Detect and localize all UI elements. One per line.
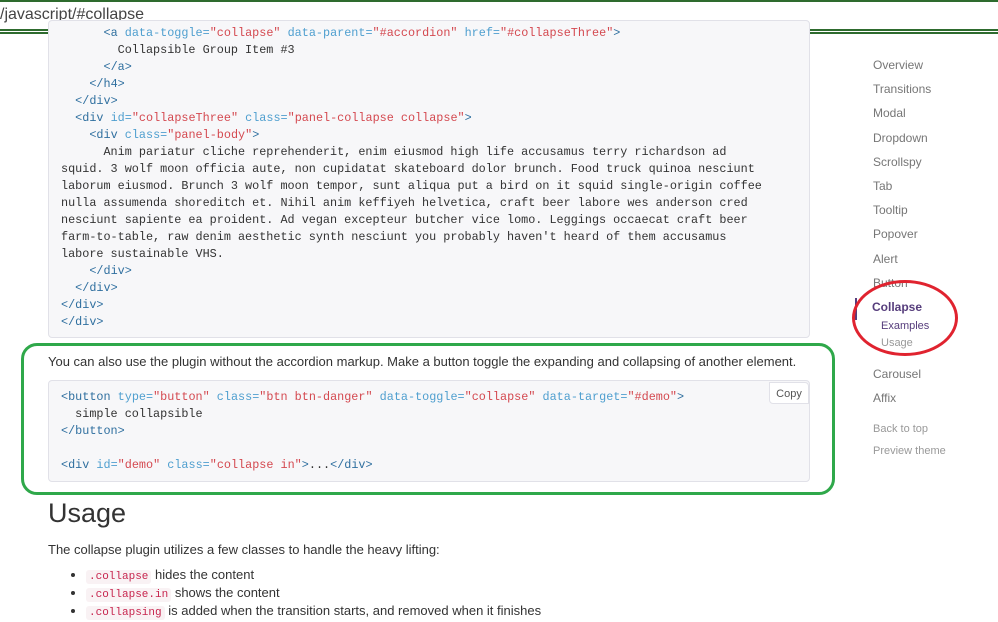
code-line: nulla assumenda shoreditch et. Nihil ani… — [61, 196, 748, 210]
code-line: </div> — [75, 94, 118, 108]
list-item: .collapsing is added when the transition… — [86, 602, 541, 620]
red-highlight-annotation — [852, 280, 958, 356]
inline-code: .collapse.in — [86, 588, 172, 602]
usage-heading: Usage — [48, 498, 127, 528]
sidebar-item-carousel[interactable]: Carousel — [873, 367, 921, 381]
code-line: </div> — [61, 315, 104, 329]
sidebar-item-affix[interactable]: Affix — [873, 391, 896, 405]
list-item-text: is added when the transition starts, and… — [164, 603, 542, 618]
sidebar-item-modal[interactable]: Modal — [873, 106, 906, 120]
sidebar-item-tooltip[interactable]: Tooltip — [873, 203, 908, 217]
code-line: Anim pariatur cliche reprehenderit, enim… — [61, 145, 727, 159]
usage-list: .collapse hides the content .collapse.in… — [48, 566, 541, 620]
code-line: labore sustainable VHS. — [61, 247, 224, 261]
sidebar-item-dropdown[interactable]: Dropdown — [873, 131, 928, 145]
code-line: squid. 3 wolf moon officia aute, non cup… — [61, 162, 755, 176]
code-line: </a> — [103, 60, 132, 74]
address-bar-top-border — [0, 0, 998, 2]
code-line: <div class="panel-body"> — [89, 128, 260, 142]
sidebar-item-popover[interactable]: Popover — [873, 227, 918, 241]
list-item-text: shows the content — [171, 585, 280, 600]
list-item: .collapse.in shows the content — [86, 584, 541, 602]
accordion-code-block: <a data-toggle="collapse" data-parent="#… — [48, 20, 810, 338]
list-item: .collapse hides the content — [86, 566, 541, 584]
code-line: </h4> — [89, 77, 125, 91]
usage-description: The collapse plugin utilizes a few class… — [48, 542, 440, 557]
back-to-top-link[interactable]: Back to top — [873, 423, 928, 435]
green-highlight-annotation — [21, 343, 835, 495]
code-line: </div> — [75, 281, 118, 295]
list-item-text: hides the content — [151, 567, 255, 582]
code-line: </div> — [89, 264, 132, 278]
sidebar-item-scrollspy[interactable]: Scrollspy — [873, 155, 922, 169]
preview-theme-link[interactable]: Preview theme — [873, 445, 946, 457]
code-line: <div id="collapseThree" class="panel-col… — [75, 111, 472, 125]
sidebar-item-alert[interactable]: Alert — [873, 252, 898, 266]
sidebar-item-overview[interactable]: Overview — [873, 58, 923, 72]
code-line: laborum eiusmod. Brunch 3 wolf moon temp… — [61, 179, 762, 193]
code-line: farm-to-table, raw denim aesthetic synth… — [61, 230, 727, 244]
code-line: nesciunt sapiente ea proident. Ad vegan … — [61, 213, 748, 227]
sidebar-item-transitions[interactable]: Transitions — [873, 82, 931, 96]
code-line: </div> — [61, 298, 104, 312]
code-line: Collapsible Group Item #3 — [61, 43, 295, 57]
inline-code: .collapse — [86, 570, 152, 584]
sidebar-item-tab[interactable]: Tab — [873, 179, 892, 193]
code-line: <a data-toggle="collapse" data-parent="#… — [103, 26, 621, 40]
